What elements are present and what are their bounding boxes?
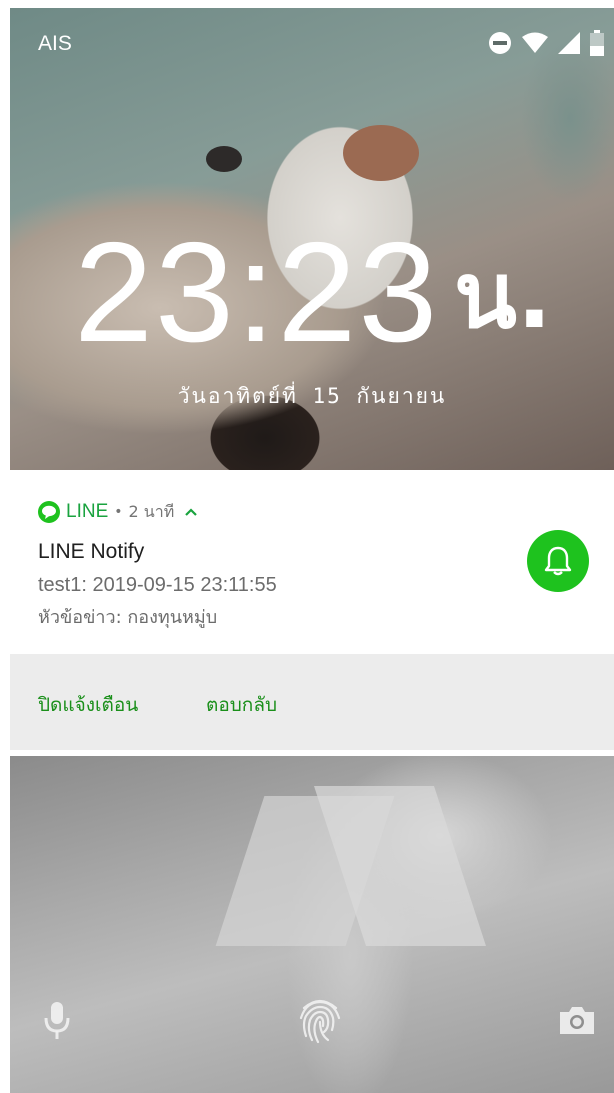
notification-actions: ปิดแจ้งเตือน ตอบกลับ: [10, 654, 614, 750]
dismiss-notification-button[interactable]: ปิดแจ้งเตือน: [38, 690, 138, 720]
do-not-disturb-icon: [489, 32, 511, 54]
lockscreen-wallpaper-top: AIS 23:23 น. วันอาทิตย์ที่ 15 กันยายน: [10, 8, 614, 470]
notification-header[interactable]: LINE • 2 นาที: [38, 500, 198, 524]
status-icons: [488, 28, 604, 58]
status-bar: AIS: [10, 8, 614, 72]
clock-date: วันอาทิตย์ที่ 15 กันยายน: [177, 384, 447, 408]
clock-time: 23:23: [74, 213, 440, 372]
fingerprint-icon[interactable]: [296, 994, 344, 1046]
carrier-name: AIS: [38, 32, 72, 55]
wifi-icon: [522, 32, 548, 53]
battery-icon: [590, 30, 604, 56]
wallpaper-detail: [206, 146, 242, 172]
clock-suffix: น.: [454, 242, 552, 349]
notification-title: LINE Notify: [38, 540, 145, 563]
header-separator: •: [114, 504, 123, 520]
lockscreen-clock: 23:23 น.: [10, 218, 614, 368]
notification-text-line: test1: 2019-09-15 23:11:55: [38, 574, 277, 596]
bell-icon: [544, 546, 572, 576]
line-app-icon: [38, 501, 60, 523]
signal-icon: [558, 32, 580, 54]
notification-text-line: หัวข้อข่าว: กองทุนหมู่บ: [38, 607, 218, 628]
notification-large-icon: [527, 530, 589, 592]
notification-time: 2 นาที: [128, 501, 175, 521]
notification-card[interactable]: LINE • 2 นาที LINE Notify test1: 2019-09…: [10, 470, 614, 654]
lockscreen-wallpaper-bottom: [10, 756, 614, 1093]
notification-app-name: LINE: [66, 501, 109, 522]
camera-icon[interactable]: [558, 1004, 596, 1036]
mic-icon[interactable]: [42, 1000, 72, 1042]
reply-button[interactable]: ตอบกลับ: [206, 690, 277, 720]
wallpaper-detail: [343, 125, 419, 181]
chevron-up-icon[interactable]: [184, 505, 198, 519]
